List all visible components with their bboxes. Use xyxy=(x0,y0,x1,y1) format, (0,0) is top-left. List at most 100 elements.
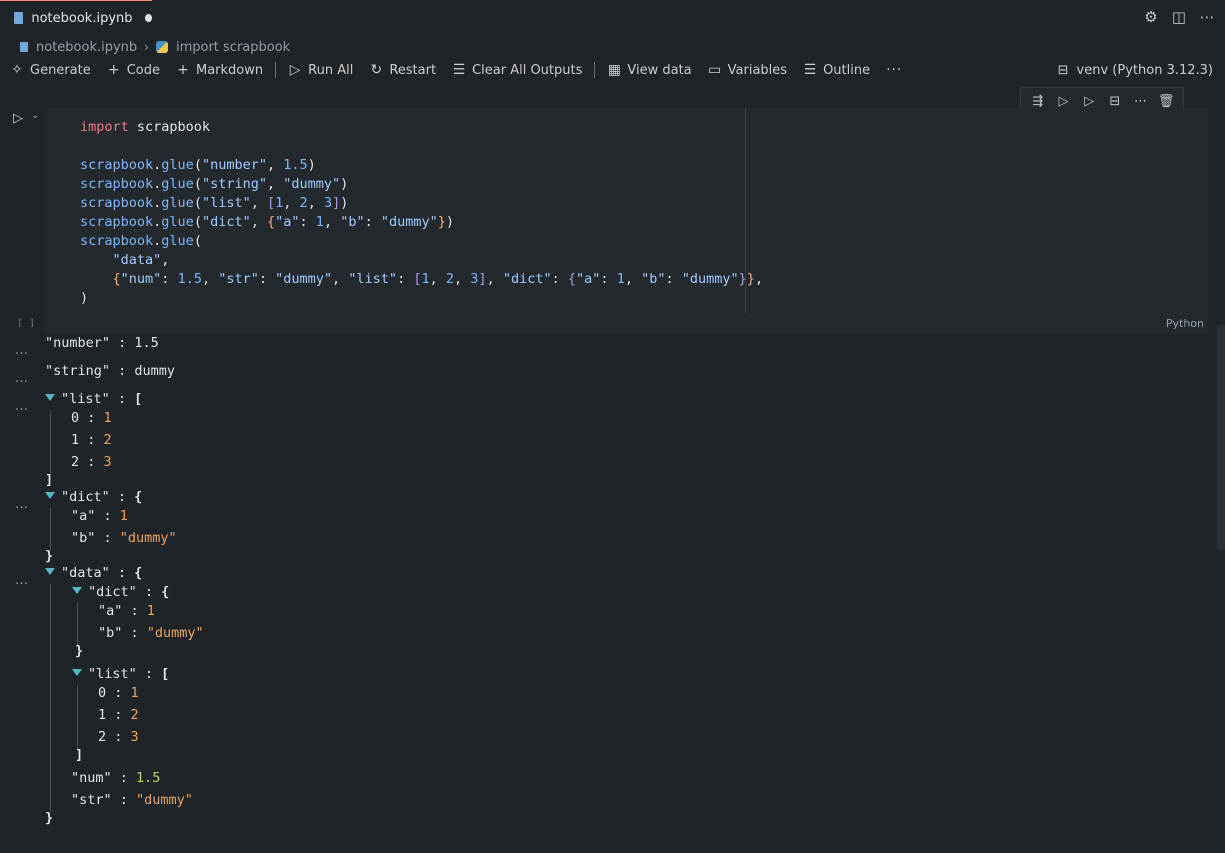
variables-button[interactable]: ▭ Variables xyxy=(708,62,787,78)
editor-actions: ⚙ ◫ ⋯ xyxy=(1143,8,1215,26)
output-more-icon[interactable]: … xyxy=(15,573,29,588)
chevron-down-icon[interactable]: ⌄ xyxy=(31,110,39,121)
outline-button[interactable]: ☰ Outline xyxy=(803,62,870,78)
breadcrumb-cell[interactable]: import scrapbook xyxy=(176,40,290,55)
run-below-icon[interactable]: ▷ xyxy=(1080,94,1098,109)
json-brace: { xyxy=(134,489,143,505)
tree-guide xyxy=(77,685,78,749)
json-sep: : xyxy=(136,666,162,682)
trash-icon[interactable]: 🗑 xyxy=(1157,94,1175,109)
json-value: "dummy" xyxy=(146,625,204,641)
json-sep: : xyxy=(109,489,135,505)
add-code-button[interactable]: + Code xyxy=(107,62,160,78)
json-value: 3 xyxy=(103,454,112,470)
execution-count: [ ] xyxy=(17,318,36,329)
json-index: 2 xyxy=(98,729,107,745)
json-sep: : xyxy=(111,792,137,808)
kernel-picker[interactable]: ⊟ venv (Python 3.12.3) xyxy=(1058,58,1213,82)
json-sep: : xyxy=(106,707,131,723)
code-line: "data", xyxy=(112,252,170,268)
json-close-brace: } xyxy=(45,810,54,826)
json-value: "dummy" xyxy=(119,530,177,546)
run-cell-icon[interactable]: ▷ xyxy=(13,111,23,126)
json-key: "num" xyxy=(71,770,112,786)
json-key: "b" xyxy=(98,625,123,641)
run-all-label: Run All xyxy=(308,62,354,78)
toolbar-more-icon[interactable]: ··· xyxy=(886,62,902,78)
json-key: "a" xyxy=(98,603,123,619)
run-above-icon[interactable]: ▷ xyxy=(1054,94,1072,109)
code-content[interactable]: import scrapbook scrapbook.glue("number"… xyxy=(80,118,763,308)
data-num: "num" : 1.5 xyxy=(71,770,160,786)
dict-entry: "a" : 1 xyxy=(98,603,155,619)
json-key: "string" xyxy=(45,363,111,379)
clear-all-outputs-button[interactable]: ☰ Clear All Outputs xyxy=(452,62,583,78)
cell-more-icon[interactable]: ⋯ xyxy=(1131,94,1149,109)
collapse-triangle-icon[interactable] xyxy=(72,587,82,594)
json-sep: : xyxy=(79,454,104,470)
collapse-triangle-icon[interactable] xyxy=(45,492,55,499)
unsaved-dot-icon[interactable] xyxy=(144,14,152,22)
vertical-scrollbar[interactable] xyxy=(1217,325,1225,550)
json-key: "str" xyxy=(71,792,112,808)
toolbar-divider xyxy=(594,62,596,78)
output-more-icon[interactable]: … xyxy=(15,497,29,512)
code-line: import scrapbook xyxy=(80,119,211,135)
json-key: "b" xyxy=(71,530,96,546)
breadcrumb-file[interactable]: notebook.ipynb xyxy=(36,40,137,55)
code-line: scrapbook.glue("dict", {"a": 1, "b": "du… xyxy=(80,214,455,230)
code-line: scrapbook.glue("list", [1, 2, 3]) xyxy=(80,195,349,211)
table-icon: ▦ xyxy=(607,62,621,78)
execute-above-icon[interactable]: ⇶ xyxy=(1029,94,1047,109)
collapse-triangle-icon[interactable] xyxy=(72,669,82,676)
restart-button[interactable]: ↻ Restart xyxy=(369,62,436,78)
json-sep: : xyxy=(79,410,104,426)
output-more-icon[interactable]: … xyxy=(15,343,29,358)
output-more-icon[interactable]: … xyxy=(15,371,29,386)
run-all-icon: ▷ xyxy=(289,62,301,78)
view-data-label: View data xyxy=(627,62,692,78)
view-data-button[interactable]: ▦ View data xyxy=(607,62,692,78)
kernel-label: venv (Python 3.12.3) xyxy=(1076,62,1213,78)
list-item: 0 : 1 xyxy=(71,410,112,426)
json-sep: : xyxy=(110,335,135,351)
sparkle-icon: ✧ xyxy=(11,62,23,78)
outline-label: Outline xyxy=(823,62,871,78)
code-line: scrapbook.glue( xyxy=(80,233,202,249)
add-markdown-button[interactable]: + Markdown xyxy=(176,62,263,78)
json-sep: : xyxy=(95,508,120,524)
python-icon xyxy=(155,41,168,53)
json-value: 1.5 xyxy=(134,335,159,351)
more-actions-icon[interactable]: ⋯ xyxy=(1199,8,1215,26)
split-editor-icon[interactable]: ◫ xyxy=(1171,8,1187,26)
generate-button[interactable]: ✧ Generate xyxy=(10,62,91,78)
tree-guide xyxy=(50,584,51,812)
json-close-brace: } xyxy=(45,548,54,564)
breadcrumb: notebook.ipynb › import scrapbook xyxy=(20,37,290,57)
json-sep: : xyxy=(109,565,135,581)
output-more-icon[interactable]: … xyxy=(15,399,29,414)
json-index: 0 xyxy=(71,410,80,426)
json-sep: : xyxy=(136,584,162,600)
output-dict: "dict" : { xyxy=(45,489,142,505)
tree-guide xyxy=(50,410,51,474)
tab-notebook[interactable]: notebook.ipynb xyxy=(0,0,152,35)
json-key: "data" xyxy=(61,565,110,581)
list-item: 1 : 2 xyxy=(98,707,139,723)
json-bracket: [ xyxy=(161,666,170,682)
collapse-triangle-icon[interactable] xyxy=(45,568,55,575)
json-key: "list" xyxy=(61,391,110,407)
json-value: 3 xyxy=(130,729,139,745)
gear-icon[interactable]: ⚙ xyxy=(1143,8,1159,26)
run-all-button[interactable]: ▷ Run All xyxy=(288,62,354,78)
json-value: 1 xyxy=(119,508,128,524)
cell-language[interactable]: Python xyxy=(1166,317,1204,330)
list-item: 2 : 3 xyxy=(98,729,139,745)
json-close-bracket: ] xyxy=(45,472,54,488)
split-cell-icon[interactable]: ⊟ xyxy=(1106,94,1124,109)
json-index: 0 xyxy=(98,685,107,701)
data-dict: "dict" : { xyxy=(72,584,169,600)
notebook-file-icon xyxy=(14,12,24,24)
collapse-triangle-icon[interactable] xyxy=(45,394,55,401)
toolbar-divider xyxy=(275,62,277,78)
